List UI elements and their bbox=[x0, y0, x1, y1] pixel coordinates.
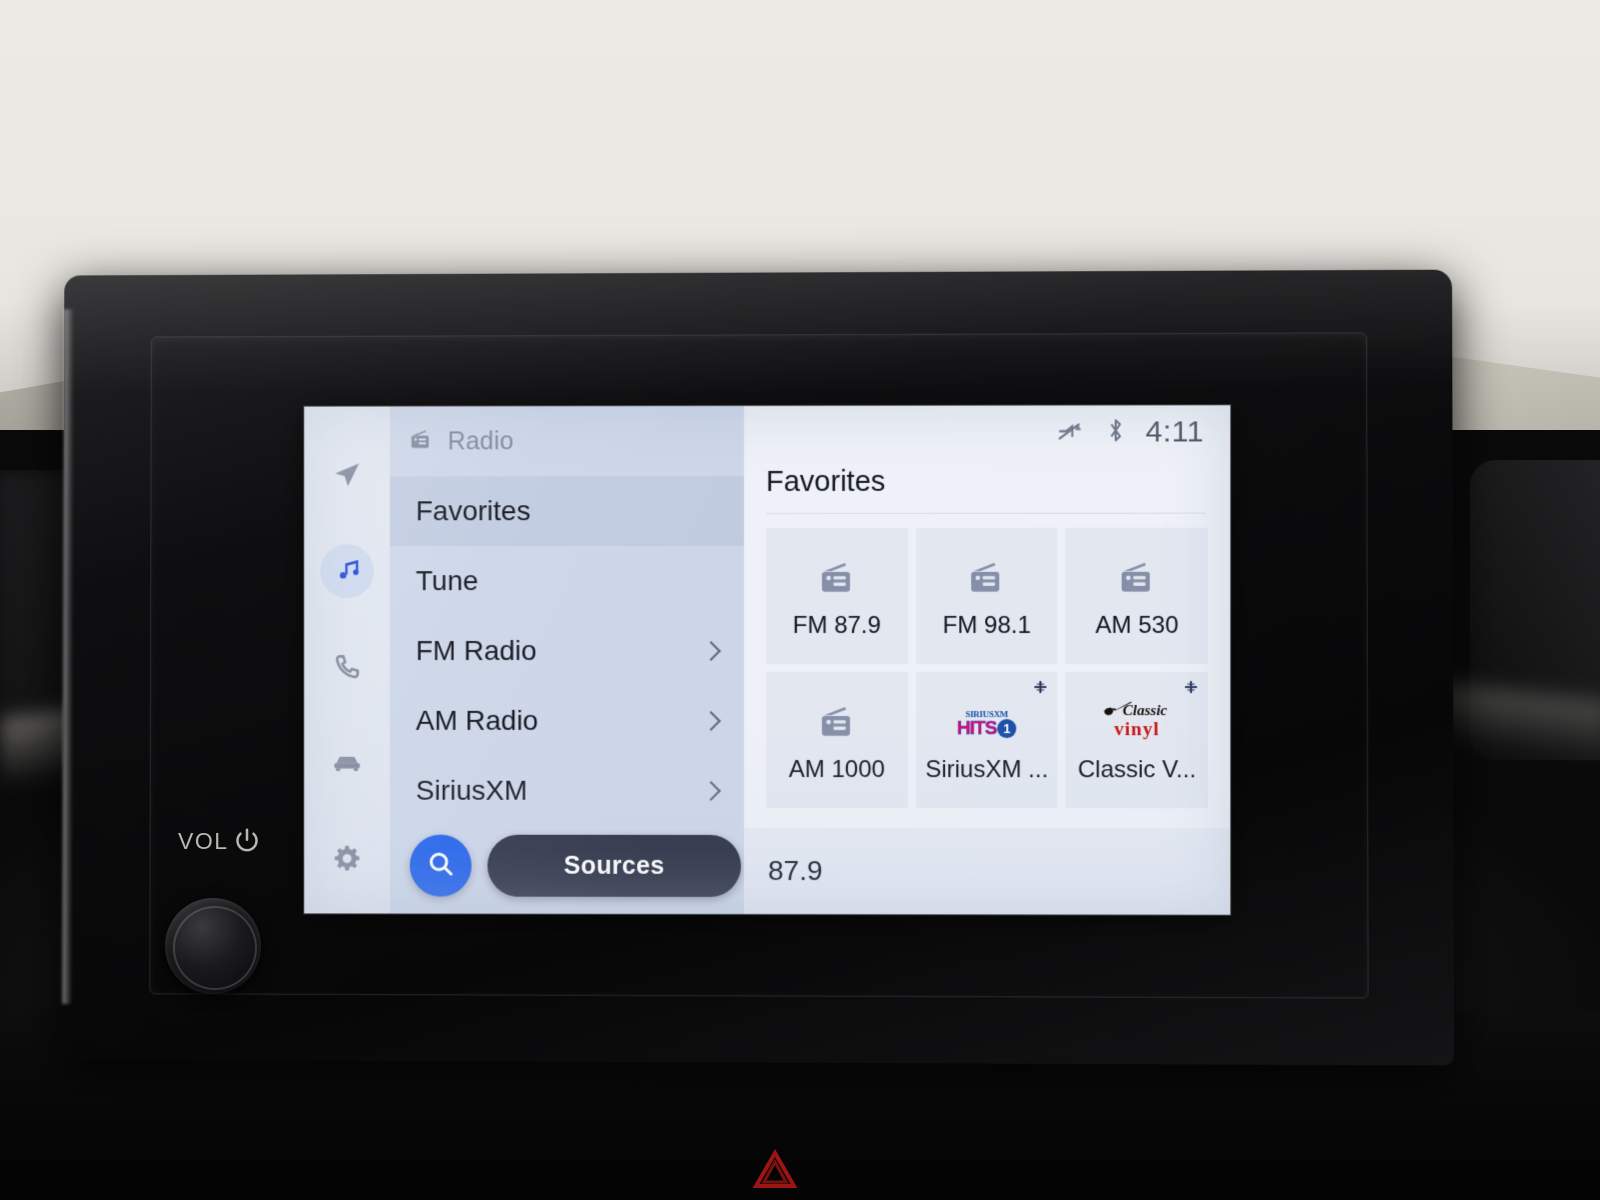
siriusxm-hits1-logo: SIRIUSXM HITS 1 bbox=[957, 696, 1017, 748]
menu-item-label: Tune bbox=[415, 565, 479, 597]
mute-crossed-icon bbox=[1055, 417, 1085, 448]
favorite-tile[interactable]: AM 530 bbox=[1065, 527, 1209, 665]
radio-icon bbox=[814, 696, 860, 748]
phone-icon bbox=[332, 652, 362, 682]
favorite-tile[interactable]: Classic vinyl Classic V... bbox=[1065, 672, 1209, 809]
chevron-right-icon bbox=[701, 781, 721, 801]
sidebar-item-settings[interactable] bbox=[320, 832, 374, 886]
now-playing-bar[interactable]: 87.9 bbox=[744, 827, 1231, 915]
menu-item-tune[interactable]: Tune bbox=[390, 546, 744, 616]
music-note-icon bbox=[331, 555, 363, 587]
menu-item-am-radio[interactable]: AM Radio bbox=[390, 686, 744, 756]
favorite-label: SiriusXM ... bbox=[925, 756, 1049, 784]
bluetooth-icon bbox=[1105, 416, 1125, 449]
menu-header: Radio bbox=[390, 406, 744, 476]
menu-item-siriusxm[interactable]: SiriusXM bbox=[390, 756, 744, 826]
clock: 4:11 bbox=[1145, 415, 1205, 449]
radio-icon bbox=[964, 552, 1010, 604]
infotainment-photo-scene: VOL Radio Favorites Tune FM Radio AM Rad… bbox=[0, 0, 1600, 1200]
sidebar-item-navigation[interactable] bbox=[320, 448, 374, 502]
chevron-right-icon bbox=[701, 711, 721, 731]
radio-icon bbox=[814, 552, 860, 604]
favorite-label: FM 98.1 bbox=[942, 611, 1031, 639]
menu-header-title: Radio bbox=[447, 426, 514, 455]
radio-icon bbox=[408, 426, 434, 457]
satellite-signal-icon bbox=[1033, 679, 1049, 695]
sources-button[interactable]: Sources bbox=[487, 834, 742, 897]
menu-item-label: FM Radio bbox=[415, 635, 537, 666]
hazard-triangle-icon[interactable] bbox=[752, 1148, 798, 1190]
favorite-label: AM 1000 bbox=[788, 756, 885, 784]
menu-item-label: AM Radio bbox=[415, 704, 539, 736]
favorite-tile[interactable]: FM 98.1 bbox=[915, 527, 1058, 665]
infotainment-screen[interactable]: Radio Favorites Tune FM Radio AM Radio S… bbox=[304, 405, 1231, 915]
search-button[interactable] bbox=[409, 834, 472, 897]
radio-icon bbox=[1114, 552, 1160, 604]
gear-icon bbox=[332, 844, 362, 874]
menu-item-label: SiriusXM bbox=[415, 774, 528, 806]
favorite-label: FM 87.9 bbox=[792, 611, 881, 639]
menu-item-label: Favorites bbox=[415, 495, 531, 527]
vol-label: VOL bbox=[178, 828, 229, 854]
favorites-grid: FM 87.9 FM 98.1 AM 530 AM 1000 SIRIUSXM … bbox=[744, 514, 1230, 809]
satellite-signal-icon bbox=[1183, 679, 1199, 695]
guitar-icon bbox=[1103, 701, 1133, 722]
sidebar-icon-rail bbox=[304, 406, 390, 914]
status-bar: 4:11 bbox=[744, 405, 1230, 460]
sidebar-item-phone[interactable] bbox=[320, 640, 374, 694]
favorite-label: Classic V... bbox=[1077, 756, 1197, 784]
bezel-left-rim-highlight bbox=[62, 309, 75, 1004]
search-icon bbox=[426, 848, 456, 883]
classic-vinyl-logo: Classic vinyl bbox=[1104, 696, 1167, 748]
page-title: Favorites bbox=[766, 465, 886, 498]
favorite-tile[interactable]: SIRIUSXM HITS 1 SiriusXM ... bbox=[915, 672, 1058, 809]
favorite-label: AM 530 bbox=[1095, 611, 1179, 639]
car-icon bbox=[331, 747, 363, 779]
menu-action-bar: Sources bbox=[389, 817, 765, 914]
volume-knob[interactable] bbox=[165, 898, 261, 994]
sidebar-item-media[interactable] bbox=[320, 544, 374, 599]
volume-knob-ring bbox=[173, 906, 257, 990]
favorites-content-pane: 4:11 Favorites FM 87.9 FM 98.1 AM 530 AM… bbox=[744, 405, 1231, 915]
navigation-arrow-icon bbox=[331, 459, 363, 491]
power-icon[interactable] bbox=[232, 826, 262, 856]
menu-item-fm-radio[interactable]: FM Radio bbox=[390, 616, 744, 686]
chevron-right-icon bbox=[701, 641, 721, 661]
favorite-tile[interactable]: FM 87.9 bbox=[766, 527, 908, 665]
radio-menu-panel: Radio Favorites Tune FM Radio AM Radio S… bbox=[389, 406, 765, 914]
sidebar-item-vehicle[interactable] bbox=[320, 736, 374, 790]
favorite-tile[interactable]: AM 1000 bbox=[766, 672, 908, 809]
menu-item-favorites[interactable]: Favorites bbox=[389, 476, 745, 547]
